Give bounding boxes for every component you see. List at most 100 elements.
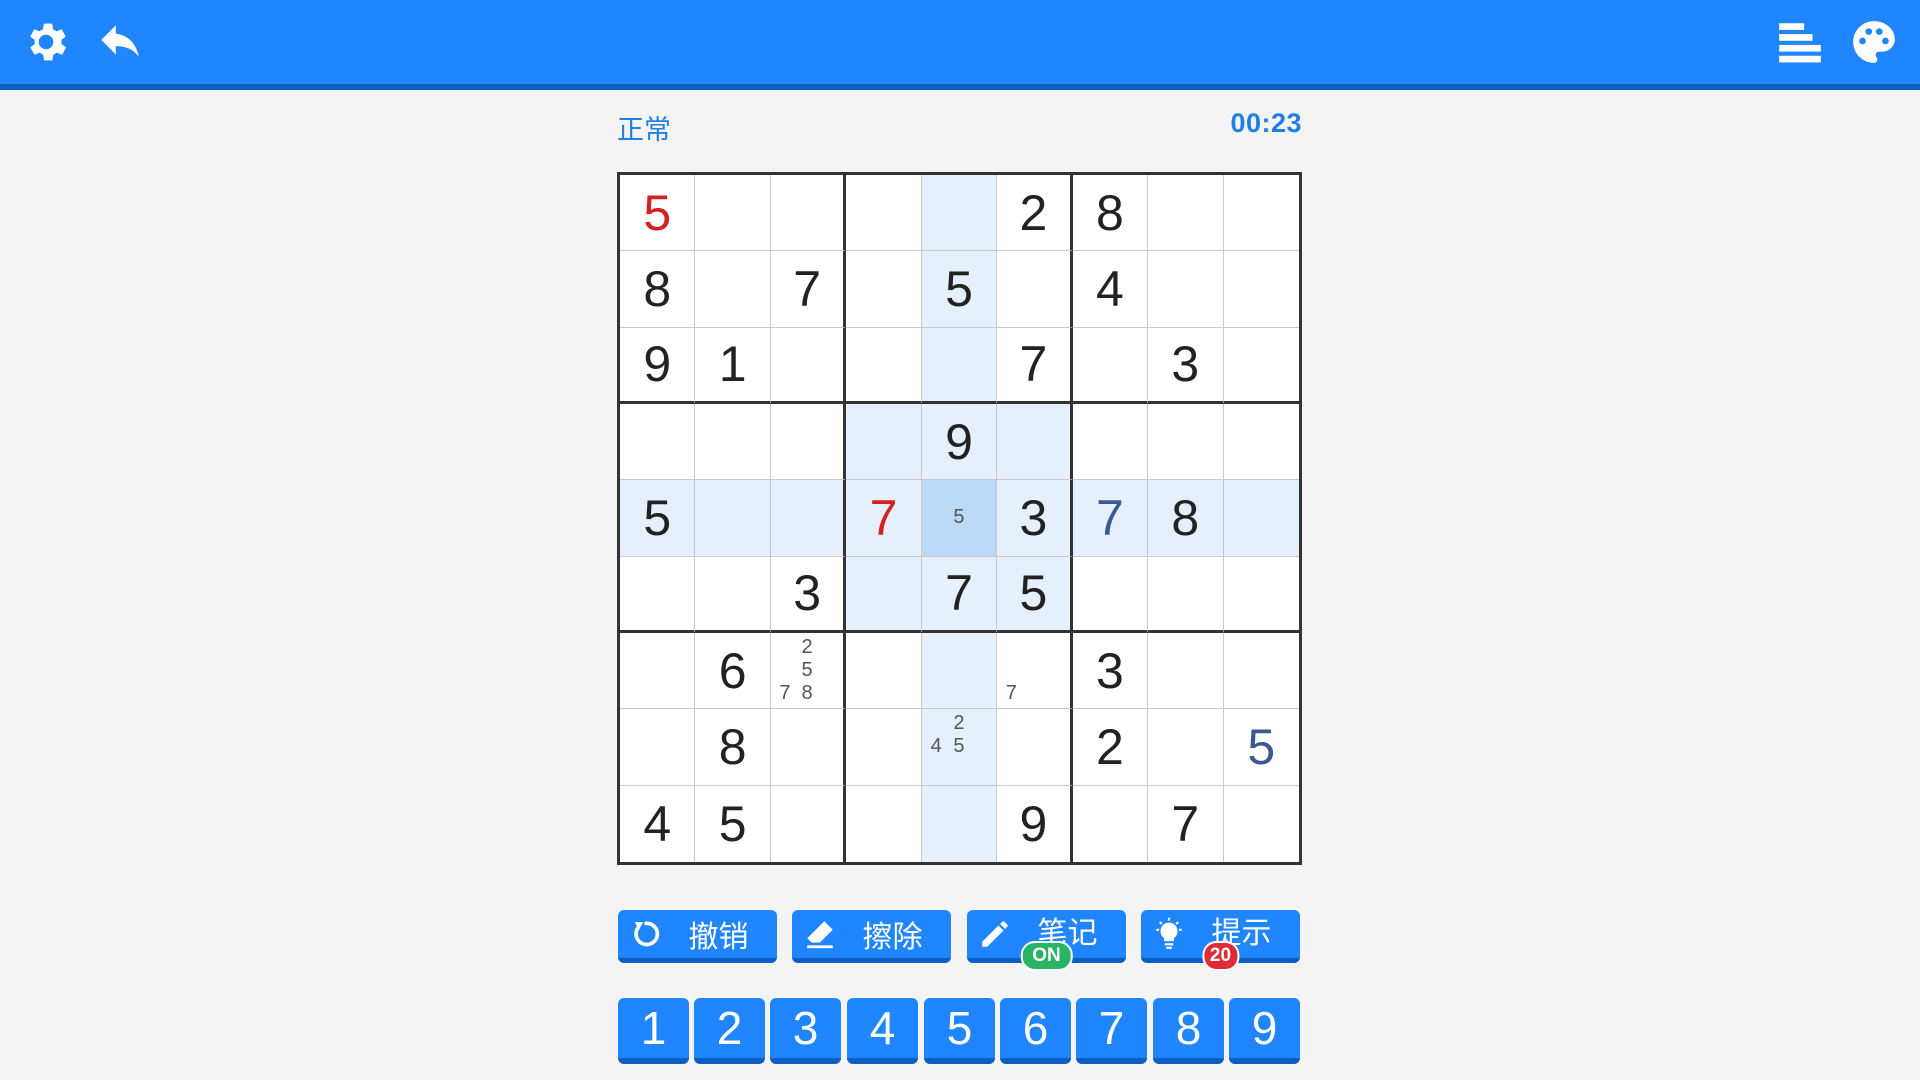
cell-r5c7[interactable]: 7 (1072, 480, 1149, 557)
cell-r9c2[interactable]: 5 (695, 785, 771, 862)
cell-r7c2[interactable]: 6 (695, 633, 771, 710)
cell-r2c2[interactable] (695, 251, 771, 328)
cell-r4c5[interactable]: 9 (921, 404, 998, 481)
cell-r4c7[interactable] (1072, 404, 1149, 481)
cell-r8c2[interactable]: 8 (695, 709, 771, 786)
cell-r4c8[interactable] (1148, 404, 1224, 481)
number-button-6[interactable]: 6 (1000, 998, 1071, 1064)
cell-r1c1[interactable]: 5 (620, 175, 696, 252)
cell-r4c2[interactable] (695, 404, 771, 481)
cell-r1c6[interactable]: 2 (997, 175, 1073, 252)
cell-r6c4[interactable] (846, 556, 922, 633)
cell-r4c3[interactable] (770, 404, 847, 481)
cell-r3c9[interactable] (1223, 328, 1299, 404)
cell-r9c6[interactable]: 9 (997, 785, 1073, 862)
cell-r7c7[interactable]: 3 (1072, 633, 1149, 710)
cell-r3c4[interactable] (846, 327, 922, 404)
lightbulb-icon (1141, 917, 1197, 951)
notes-button[interactable]: 笔记 ON (967, 910, 1126, 971)
cell-r5c5[interactable]: 5 (921, 480, 998, 557)
cell-r9c5[interactable] (921, 785, 998, 862)
number-button-9[interactable]: 9 (1229, 998, 1300, 1064)
cell-r7c6[interactable]: 7 (997, 633, 1073, 710)
cell-r9c3[interactable] (771, 785, 847, 862)
cell-r9c8[interactable]: 7 (1148, 785, 1224, 862)
cell-r2c1[interactable]: 8 (620, 251, 696, 328)
cell-r1c8[interactable] (1148, 175, 1224, 252)
cell-r5c8[interactable]: 8 (1148, 480, 1224, 557)
number-button-5[interactable]: 5 (924, 998, 995, 1064)
cell-r6c6[interactable]: 5 (997, 556, 1073, 633)
cell-r8c4[interactable] (846, 709, 922, 786)
cell-r7c9[interactable] (1223, 633, 1299, 710)
number-button-7[interactable]: 7 (1076, 998, 1147, 1064)
cell-r9c7[interactable] (1073, 785, 1149, 862)
hint-button[interactable]: 提示 20 (1141, 910, 1300, 971)
number-button-3[interactable]: 3 (770, 998, 841, 1064)
cell-r8c5[interactable]: 245 (921, 709, 998, 786)
cell-r2c7[interactable]: 4 (1072, 251, 1149, 328)
cell-r2c8[interactable] (1148, 251, 1224, 328)
cell-r3c5[interactable] (921, 327, 998, 404)
cell-r1c2[interactable] (695, 175, 771, 252)
cell-r7c4[interactable] (846, 633, 922, 710)
number-button-2[interactable]: 2 (694, 998, 765, 1064)
cell-r3c2[interactable]: 1 (695, 327, 771, 404)
cell-r6c3[interactable]: 3 (770, 556, 847, 633)
number-button-1[interactable]: 1 (618, 998, 689, 1064)
cell-r7c8[interactable] (1148, 633, 1224, 710)
cell-r1c7[interactable]: 8 (1072, 175, 1149, 252)
cell-r9c1[interactable]: 4 (620, 785, 696, 862)
cell-r4c9[interactable] (1223, 404, 1299, 481)
cell-r6c2[interactable] (695, 556, 771, 633)
cell-r6c5[interactable]: 7 (921, 556, 998, 633)
cell-r5c3[interactable] (770, 480, 847, 557)
number-button-8[interactable]: 8 (1153, 998, 1224, 1064)
cell-r3c1[interactable]: 9 (620, 327, 696, 404)
erase-button[interactable]: 擦除 (792, 910, 951, 963)
cell-r5c9[interactable] (1223, 480, 1299, 557)
gear-icon[interactable] (18, 14, 74, 70)
cell-r8c9[interactable]: 5 (1223, 709, 1299, 786)
cell-r4c6[interactable] (997, 404, 1073, 481)
cell-r7c5[interactable] (921, 633, 998, 710)
cell-r9c9[interactable] (1224, 786, 1299, 862)
cell-r6c7[interactable] (1072, 556, 1149, 633)
cell-r2c9[interactable] (1223, 251, 1299, 328)
cell-r4c4[interactable] (846, 404, 922, 481)
cell-r3c8[interactable]: 3 (1148, 327, 1224, 404)
undo-button[interactable]: 撤销 (618, 910, 777, 963)
cell-r2c3[interactable]: 7 (770, 251, 847, 328)
cell-r1c5[interactable] (921, 175, 998, 252)
number-button-4[interactable]: 4 (847, 998, 918, 1064)
cell-r2c4[interactable] (846, 251, 922, 328)
palette-icon[interactable] (1846, 14, 1902, 70)
cell-r6c8[interactable] (1148, 556, 1224, 633)
back-arrow-icon[interactable] (92, 14, 148, 70)
cell-r3c7[interactable] (1072, 327, 1149, 404)
cell-r3c3[interactable] (770, 327, 847, 404)
cell-r3c6[interactable]: 7 (997, 327, 1073, 404)
cell-r8c6[interactable] (997, 709, 1073, 786)
cell-r8c1[interactable] (620, 709, 696, 786)
align-left-icon[interactable] (1772, 14, 1828, 70)
cell-r4c1[interactable] (620, 404, 696, 481)
cell-r8c3[interactable] (770, 709, 847, 786)
cell-r6c1[interactable] (620, 556, 696, 633)
cell-r1c4[interactable] (846, 175, 922, 252)
cell-r7c1[interactable] (620, 633, 696, 710)
cell-r9c4[interactable] (846, 785, 922, 862)
cell-r8c7[interactable]: 2 (1072, 709, 1149, 786)
cell-r2c6[interactable] (997, 251, 1073, 328)
cell-r1c9[interactable] (1223, 175, 1299, 252)
cell-r8c8[interactable] (1148, 709, 1224, 786)
cell-r5c4[interactable]: 7 (846, 480, 922, 557)
cell-r2c5[interactable]: 5 (921, 251, 998, 328)
cell-r1c3[interactable] (770, 175, 847, 252)
note-digit: 8 (801, 682, 813, 705)
cell-r5c2[interactable] (695, 480, 771, 557)
cell-r5c1[interactable]: 5 (620, 480, 696, 557)
cell-r6c9[interactable] (1223, 557, 1299, 633)
cell-r7c3[interactable]: 2578 (770, 633, 847, 710)
cell-r5c6[interactable]: 3 (997, 480, 1073, 557)
